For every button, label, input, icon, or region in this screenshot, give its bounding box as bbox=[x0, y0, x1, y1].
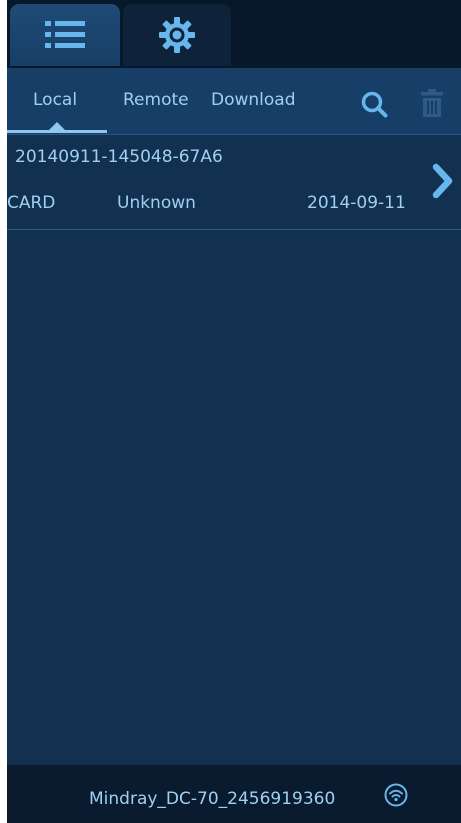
app-screen: Local Remote Download 20140911-145048-67… bbox=[7, 0, 461, 823]
record-name: 20140911-145048-67A6 bbox=[15, 147, 223, 167]
chevron-right-icon[interactable] bbox=[432, 163, 454, 199]
selected-tab-underline bbox=[7, 130, 107, 133]
tab-settings[interactable] bbox=[123, 4, 231, 66]
trash-icon[interactable] bbox=[420, 88, 444, 118]
record-status: Unknown bbox=[117, 193, 196, 213]
gear-icon bbox=[159, 17, 195, 53]
tab-file-list[interactable] bbox=[10, 4, 120, 66]
wifi-icon[interactable] bbox=[384, 783, 408, 807]
tab-download[interactable]: Download bbox=[211, 90, 296, 110]
search-icon[interactable] bbox=[360, 90, 388, 118]
record-source: CARD bbox=[7, 193, 56, 213]
sub-tab-bar: Local Remote Download bbox=[7, 68, 461, 135]
list-item[interactable]: 20140911-145048-67A6 CARD Unknown 2014-0… bbox=[7, 135, 461, 230]
selected-tab-caret bbox=[49, 122, 65, 130]
device-name: Mindray_DC-70_2456919360 bbox=[89, 789, 336, 809]
top-tab-strip bbox=[7, 0, 461, 68]
tab-remote[interactable]: Remote bbox=[123, 90, 189, 110]
tab-local[interactable]: Local bbox=[33, 90, 77, 110]
record-date: 2014-09-11 bbox=[307, 193, 406, 213]
list-icon bbox=[45, 21, 85, 48]
connection-status-bar: Mindray_DC-70_2456919360 bbox=[7, 765, 461, 823]
